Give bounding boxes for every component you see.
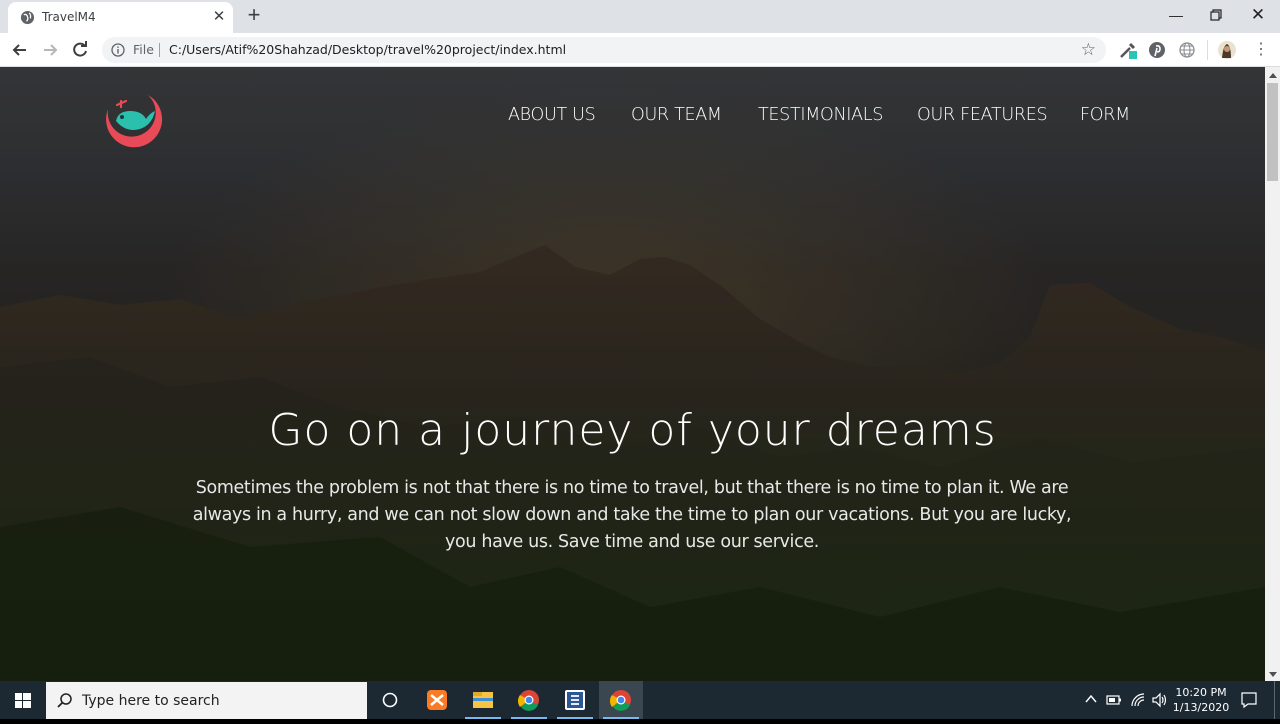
color-picker-extension-icon[interactable]: [1118, 40, 1138, 60]
taskbar-file-explorer[interactable]: [461, 681, 505, 719]
nav-testimonials[interactable]: TESTIMONIALS: [758, 105, 883, 125]
tab-strip: TravelM4 ✕ + — ✕: [0, 0, 1280, 33]
menu-dots-icon[interactable]: ⋮: [1253, 41, 1269, 59]
file-explorer-icon: [473, 692, 493, 708]
close-tab-icon[interactable]: ✕: [211, 9, 227, 25]
notification-center-icon[interactable]: [1240, 691, 1258, 709]
nav-our-features[interactable]: OUR FEATURES: [917, 105, 1048, 125]
hero-title: Go on a journey of your dreams: [268, 405, 997, 456]
windows-taskbar: Type here to search 10:20 PM 1/13/2020: [0, 681, 1280, 719]
nav-about-us[interactable]: ABOUT US: [508, 105, 596, 125]
clock-time: 10:20 PM: [1175, 686, 1227, 699]
address-url[interactable]: C:/Users/Atif%20Shahzad/Desktop/travel%2…: [169, 42, 566, 57]
task-view-button[interactable]: [368, 681, 412, 719]
back-icon[interactable]: [10, 40, 30, 60]
address-bar[interactable]: File C:/Users/Atif%20Shahzad/Desktop/tra…: [102, 37, 1106, 63]
wifi-icon[interactable]: [1130, 692, 1146, 708]
browser-toolbar: File C:/Users/Atif%20Shahzad/Desktop/tra…: [0, 33, 1280, 67]
forward-icon[interactable]: [40, 40, 60, 60]
globe-icon: [20, 10, 35, 25]
search-icon: [57, 693, 72, 708]
taskbar-sublime-text[interactable]: [553, 681, 597, 719]
maximize-button[interactable]: [1196, 4, 1236, 26]
address-scheme: File: [133, 42, 154, 57]
browser-tab[interactable]: TravelM4 ✕: [8, 2, 233, 33]
restore-icon: [1210, 9, 1222, 21]
taskbar-clock[interactable]: 10:20 PM 1/13/2020: [1172, 685, 1230, 715]
battery-icon[interactable]: [1106, 693, 1122, 707]
tray-chevron-up-icon[interactable]: [1084, 692, 1098, 706]
scroll-thumb[interactable]: [1267, 83, 1278, 181]
close-window-button[interactable]: ✕: [1238, 4, 1278, 26]
chrome-icon: [518, 690, 539, 711]
show-desktop-button[interactable]: [1274, 681, 1275, 719]
windows-logo-icon: [15, 693, 31, 708]
reload-icon[interactable]: [70, 40, 90, 60]
search-placeholder: Type here to search: [82, 693, 220, 709]
scroll-down-arrow-icon[interactable]: [1269, 672, 1277, 677]
minimize-button[interactable]: —: [1156, 4, 1196, 26]
pinterest-extension-icon[interactable]: [1147, 40, 1167, 60]
task-view-icon: [382, 692, 398, 708]
page-scrollbar[interactable]: [1265, 67, 1280, 681]
bookmark-star-icon[interactable]: ☆: [1081, 40, 1096, 60]
new-tab-button[interactable]: +: [243, 4, 265, 27]
hero-description: Sometimes the problem is not that there …: [192, 478, 1072, 552]
nav-our-team[interactable]: OUR TEAM: [631, 105, 722, 125]
scroll-up-arrow-icon[interactable]: [1269, 73, 1277, 78]
toolbar-divider: [1207, 40, 1208, 60]
volume-icon[interactable]: [1151, 692, 1169, 708]
chrome-icon: [610, 690, 631, 711]
travel-logo[interactable]: [100, 89, 162, 151]
sublime-text-icon: [565, 690, 585, 710]
tab-title: TravelM4: [42, 10, 96, 24]
mountain-background: [0, 67, 1265, 681]
taskbar-chrome[interactable]: [507, 681, 551, 719]
taskbar-chrome-active[interactable]: [599, 681, 643, 719]
page-viewport: ABOUT US OUR TEAM TESTIMONIALS OUR FEATU…: [0, 67, 1265, 681]
globe-extension-icon[interactable]: [1177, 40, 1197, 60]
taskbar-xampp[interactable]: [415, 681, 459, 719]
start-button[interactable]: [0, 681, 46, 719]
avatar[interactable]: [1217, 40, 1237, 60]
nav-form[interactable]: FORM: [1080, 105, 1130, 125]
clock-date: 1/13/2020: [1172, 701, 1230, 714]
address-divider: [159, 43, 160, 57]
info-icon[interactable]: [111, 43, 125, 57]
xampp-icon: [427, 690, 447, 710]
taskbar-search-box[interactable]: Type here to search: [46, 682, 367, 719]
